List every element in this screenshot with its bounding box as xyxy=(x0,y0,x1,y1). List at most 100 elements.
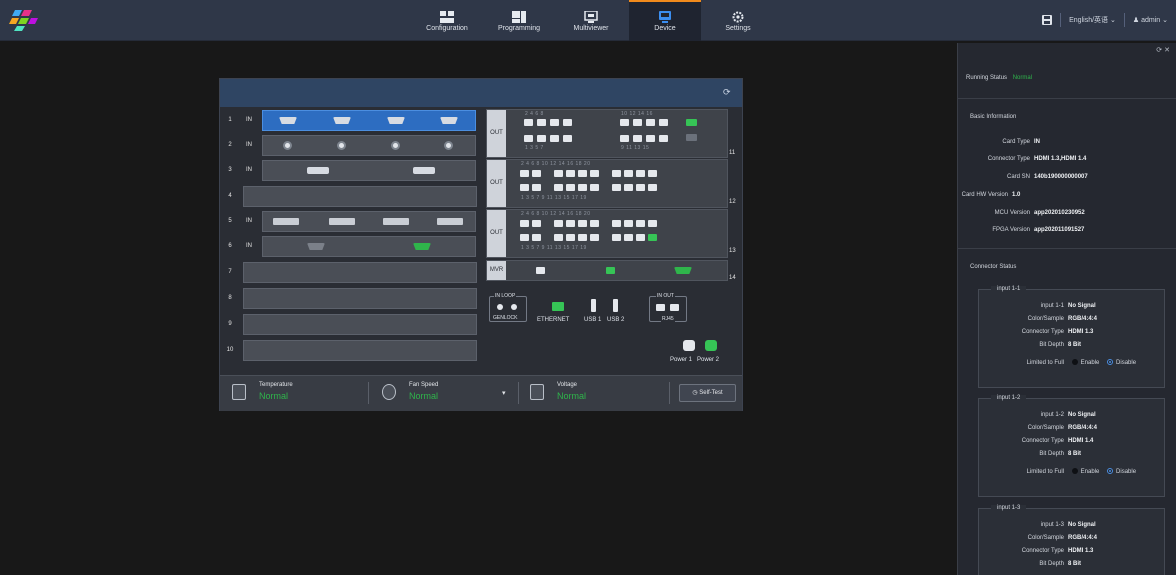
user-menu[interactable]: ♟ admin ⌄ xyxy=(1133,16,1168,24)
save-icon[interactable] xyxy=(1042,15,1053,25)
tab-multiviewer[interactable]: Multiviewer xyxy=(555,0,627,41)
refresh-icon[interactable]: ⟳ xyxy=(1156,47,1162,54)
disable-radio[interactable] xyxy=(1107,359,1114,365)
slot-4[interactable]: 4 xyxy=(220,185,478,208)
rj45-port-icon xyxy=(590,184,599,191)
slot-card-3[interactable] xyxy=(262,160,476,181)
slot-card-8[interactable] xyxy=(243,288,477,309)
rj45-port-icon xyxy=(563,135,572,142)
self-test-button[interactable]: ◷ Self-Test xyxy=(679,384,736,402)
language-selector[interactable]: English/英语 ⌄ xyxy=(1069,15,1116,25)
slot-6[interactable]: 6 IN xyxy=(220,235,478,258)
slot-number: 1 xyxy=(228,117,232,123)
rj45-port-icon xyxy=(520,220,529,227)
bit-depth-value: 8 Bit xyxy=(1068,342,1082,348)
slot-1[interactable]: 1 IN xyxy=(220,109,478,132)
rj45-port-icon xyxy=(578,170,587,177)
slot-card-4[interactable] xyxy=(243,186,477,207)
tab-device[interactable]: Device xyxy=(629,0,701,41)
slot-card-9[interactable] xyxy=(243,314,477,335)
input-card-1-2: input 1-2 input 1-2 No Signal Color/Sampl… xyxy=(978,395,1165,497)
input-card-1-1: input 1-1 input 1-1 No Signal Color/Sampl… xyxy=(978,286,1165,388)
slot-8[interactable]: 8 xyxy=(220,287,478,310)
enable-radio[interactable] xyxy=(1071,359,1078,365)
slot-number: 3 xyxy=(228,167,232,173)
color-sample-value: RGB/4:4:4 xyxy=(1068,535,1098,541)
rj45-port-icon xyxy=(550,119,559,126)
fan-dropdown-caret-icon[interactable]: ▾ xyxy=(502,389,506,397)
enable-radio[interactable] xyxy=(1071,468,1078,474)
slot-3[interactable]: 3 IN xyxy=(220,159,478,182)
tab-configuration[interactable]: Configuration xyxy=(411,0,483,41)
genlock-loop-port-icon[interactable] xyxy=(511,304,517,310)
device-chassis-panel: ⟳ 1 IN 2 IN 3 IN 4 5 IN 6 IN 7 8 9 10 OU… xyxy=(219,78,743,411)
slot-10[interactable]: 10 xyxy=(220,339,478,362)
slot-card-5[interactable] xyxy=(262,211,476,232)
chassis-header: ⟳ xyxy=(220,79,742,107)
slot-7[interactable]: 7 xyxy=(220,261,478,284)
tab-device-label: Device xyxy=(654,25,676,32)
programming-icon xyxy=(512,11,526,23)
ethernet-port-icon[interactable] xyxy=(552,302,564,311)
rj45-port-icon xyxy=(554,184,563,191)
input-card-1-3: input 1-3 input 1-3 No Signal Color/Sampl… xyxy=(978,505,1165,575)
multiviewer-card-14[interactable]: MVR xyxy=(486,260,728,281)
chevron-down-icon: ⌄ xyxy=(1162,17,1168,24)
configuration-icon xyxy=(440,11,454,23)
slot-card-7[interactable] xyxy=(243,262,477,283)
bit-depth-row: Bit Depth 8 Bit xyxy=(979,451,1081,457)
rj45-port-icon xyxy=(612,234,621,241)
output-card-12[interactable]: OUT 2 4 6 8 10 12 14 16 18 20 1 3 5 7 9 … xyxy=(486,159,728,208)
user-icon: ♟ xyxy=(1132,17,1140,24)
color-sample-row: Color/Sample RGB/4:4:4 xyxy=(979,535,1097,541)
hdmi-port-connected-icon xyxy=(674,267,692,274)
bit-depth-label: Bit Depth xyxy=(1039,342,1064,348)
hdmi-port-icon xyxy=(387,117,405,124)
refresh-icon[interactable]: ⟳ xyxy=(723,88,732,97)
usb1-port-icon[interactable] xyxy=(591,299,596,312)
rj45-out-port-icon[interactable] xyxy=(670,304,679,311)
card-hw-value: 1.0 xyxy=(1012,192,1021,198)
disable-radio[interactable] xyxy=(1107,468,1114,474)
genlock-in-port-icon[interactable] xyxy=(497,304,503,310)
slot-card-6[interactable] xyxy=(262,236,476,257)
slot-type: IN xyxy=(246,218,252,224)
input-connector-type-value: HDMI 1.3 xyxy=(1068,548,1094,554)
color-sample-label: Color/Sample xyxy=(1027,535,1064,541)
rj45-port-icon xyxy=(524,135,533,142)
rj45-in-port-icon[interactable] xyxy=(656,304,665,311)
dvi-port-icon xyxy=(329,218,355,225)
input-signal: No Signal xyxy=(1068,303,1096,309)
output-card-13[interactable]: OUT 2 4 6 8 10 12 14 16 18 20 1 3 5 7 9 … xyxy=(486,209,728,258)
rj45-port-icon xyxy=(648,220,657,227)
rj45-port-icon xyxy=(566,220,575,227)
input-connector-type-value: HDMI 1.4 xyxy=(1068,438,1094,444)
slot-card-10[interactable] xyxy=(243,340,477,361)
bit-depth-label: Bit Depth xyxy=(1039,561,1064,567)
input-connector-type-label: Connector Type xyxy=(1021,548,1064,554)
tab-programming[interactable]: Programming xyxy=(483,0,555,41)
tab-programming-label: Programming xyxy=(497,25,540,32)
slot-card-1[interactable] xyxy=(262,110,476,131)
connector-type-label: Connector Type xyxy=(987,156,1030,162)
input-connector-type-label: Connector Type xyxy=(1021,329,1064,335)
mvr-label: MVR xyxy=(487,261,506,280)
mcu-version-row: MCU Version app202010230952 xyxy=(958,210,1085,216)
bnc-port-icon xyxy=(444,141,453,150)
input-name-row: input 1-2 No Signal xyxy=(979,412,1096,418)
rj45-port-icon xyxy=(686,134,697,141)
rj45-port-icon xyxy=(532,184,541,191)
usb2-port-icon[interactable] xyxy=(613,299,618,312)
color-sample-label: Color/Sample xyxy=(1027,316,1064,322)
slot-5[interactable]: 5 IN xyxy=(220,210,478,233)
slot-2[interactable]: 2 IN xyxy=(220,134,478,157)
rj45-port-icon xyxy=(624,184,633,191)
close-icon[interactable]: ✕ xyxy=(1164,47,1170,54)
rj45-port-icon xyxy=(590,234,599,241)
output-card-11[interactable]: OUT 2 4 6 8 10 12 14 16 1 3 5 7 9 11 13 … xyxy=(486,109,728,158)
slot-type: IN xyxy=(246,167,252,173)
slot-card-2[interactable] xyxy=(262,135,476,156)
slot-9[interactable]: 9 xyxy=(220,313,478,336)
info-panel-tools: ⟳ ✕ xyxy=(1156,46,1170,54)
tab-settings[interactable]: Settings xyxy=(702,0,774,41)
